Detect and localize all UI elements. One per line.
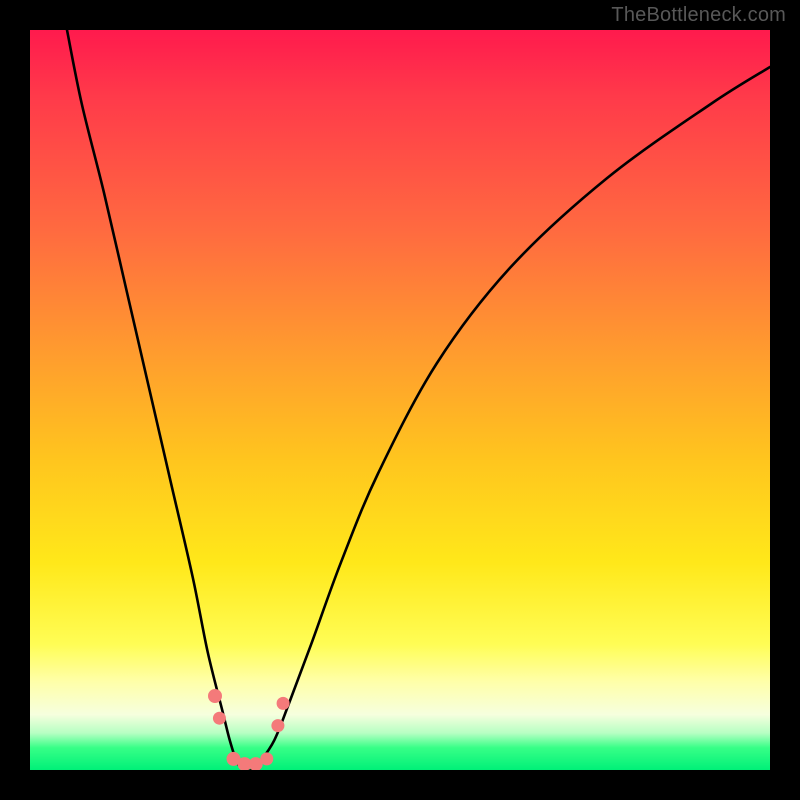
cluster-left-upper2	[213, 712, 226, 725]
bottleneck-curve	[67, 30, 770, 770]
cluster-bottom-4	[260, 752, 273, 765]
chart-frame: TheBottleneck.com	[0, 0, 800, 800]
plot-area	[30, 30, 770, 770]
cluster-right-1	[271, 719, 284, 732]
cluster-right-2	[277, 697, 290, 710]
cluster-left-upper	[208, 689, 222, 703]
watermark-text: TheBottleneck.com	[611, 4, 786, 27]
curve-layer	[30, 30, 770, 770]
